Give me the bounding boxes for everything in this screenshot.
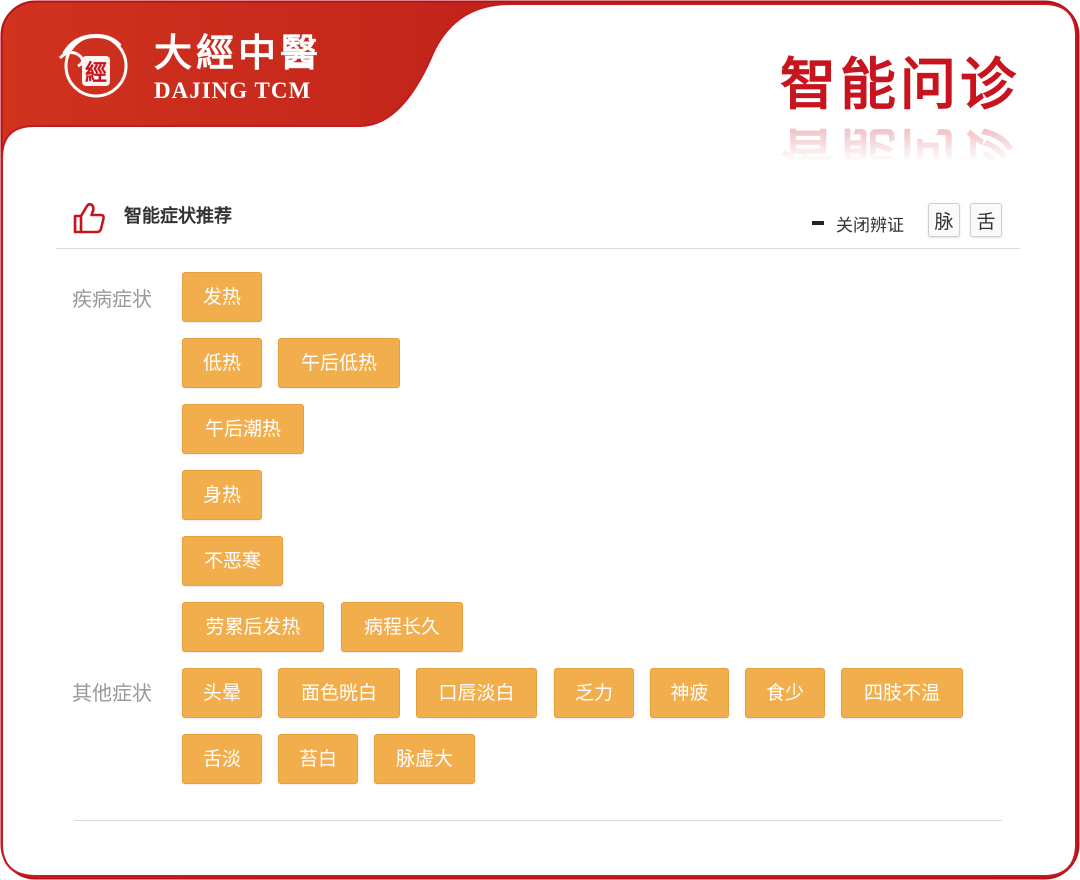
- symptom-chip[interactable]: 午后低热: [278, 338, 400, 388]
- symptom-chip[interactable]: 午后潮热: [182, 404, 304, 454]
- symptom-chip[interactable]: 发热: [182, 272, 262, 322]
- brand-logo: 經 大經中醫 DAJING TCM: [56, 28, 356, 108]
- symptom-chip[interactable]: 食少: [745, 668, 825, 718]
- symptom-chip[interactable]: 头晕: [182, 668, 262, 718]
- brand-name-cn: 大經中醫: [154, 30, 323, 75]
- toggle-label[interactable]: 关闭辨证: [836, 211, 904, 236]
- symptom-chip[interactable]: 神疲: [650, 668, 729, 718]
- thumbs-up-icon: [73, 202, 105, 234]
- symptom-chip[interactable]: 身热: [182, 470, 262, 520]
- page-title-reflection: 智能问诊: [764, 118, 1024, 162]
- section-title: 智能症状推荐: [124, 206, 232, 227]
- symptom-chip[interactable]: 病程长久: [341, 602, 463, 652]
- section-header: 智能症状推荐 关闭辨证 脉 舌: [56, 196, 1020, 249]
- category-label-other: 其他症状: [72, 681, 152, 705]
- brand-name-en: DAJING TCM: [154, 78, 312, 103]
- pulse-button[interactable]: 脉: [928, 203, 960, 237]
- symptom-chip[interactable]: 口唇淡白: [416, 668, 537, 718]
- category-label-disease: 疾病症状: [72, 287, 152, 311]
- symptom-chip[interactable]: 苔白: [278, 734, 358, 784]
- seal-char: 經: [85, 60, 107, 86]
- seal-logo-icon: 經: [58, 33, 128, 98]
- minus-icon[interactable]: [812, 221, 824, 225]
- symptom-chip[interactable]: 不恶寒: [182, 536, 283, 586]
- page-title-reflection-text: 智能问诊: [780, 120, 1020, 162]
- symptom-chip[interactable]: 四肢不温: [841, 668, 963, 718]
- symptom-chip[interactable]: 面色晄白: [278, 668, 400, 718]
- symptom-chip[interactable]: 低热: [182, 338, 262, 388]
- symptom-chip[interactable]: 脉虚大: [374, 734, 475, 784]
- divider: [74, 820, 1002, 821]
- diagnosis-toggle[interactable]: 关闭辨证 脉 舌: [812, 202, 1002, 238]
- page-title: 智能问诊: [780, 53, 1020, 118]
- symptom-chip[interactable]: 乏力: [554, 668, 634, 718]
- tongue-button[interactable]: 舌: [970, 203, 1002, 237]
- symptom-chip[interactable]: 劳累后发热: [182, 602, 324, 652]
- symptom-chip[interactable]: 舌淡: [182, 734, 262, 784]
